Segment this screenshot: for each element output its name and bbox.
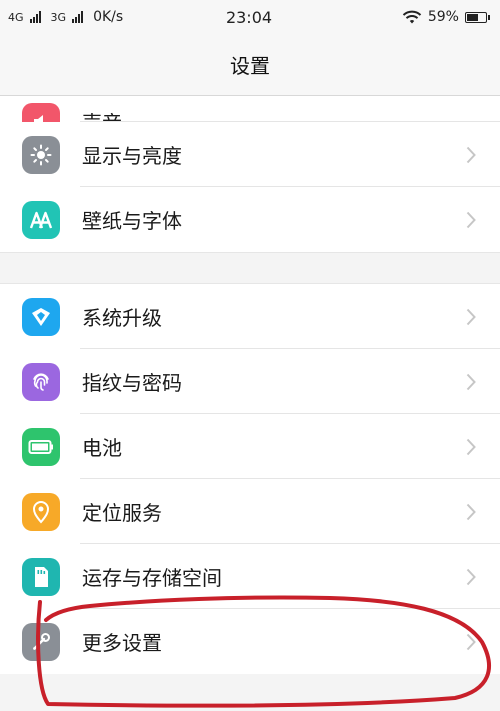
settings-item-label: 指纹与密码 — [82, 371, 182, 395]
status-bar: 4G 3G 0K/s 23:04 59% — [0, 0, 500, 34]
settings-item-fingerprint-password[interactable]: 指纹与密码 — [0, 349, 500, 414]
chevron-right-icon — [456, 367, 486, 397]
status-bar-right: 59% — [320, 9, 490, 25]
settings-item-label: 显示与亮度 — [82, 144, 182, 168]
settings-item-memory-storage[interactable]: 运存与存储空间 — [0, 544, 500, 609]
chevron-right-icon — [456, 432, 486, 462]
battery-icon — [22, 427, 60, 466]
wifi-icon — [402, 10, 422, 23]
wallpaper-font-icon — [22, 200, 60, 239]
settings-item-label: 壁纸与字体 — [82, 209, 182, 233]
system-update-icon — [22, 297, 60, 336]
page-title: 设置 — [230, 54, 270, 78]
section-divider — [0, 252, 500, 284]
settings-item-label: 系统升级 — [82, 306, 162, 330]
settings-item-label: 定位服务 — [82, 501, 162, 525]
network-type-1: 4G — [8, 10, 24, 24]
chevron-right-icon — [456, 627, 486, 657]
battery-percent: 59% — [427, 9, 459, 25]
settings-item-system-update[interactable]: 系统升级 — [0, 284, 500, 349]
settings-item-sound[interactable]: 声音 — [0, 96, 500, 122]
storage-icon — [22, 557, 60, 596]
chevron-right-icon — [456, 205, 486, 235]
signal-icon — [29, 11, 41, 23]
settings-item-more-settings[interactable]: 更多设置 — [0, 609, 500, 674]
location-icon — [22, 492, 60, 531]
chevron-right-icon — [456, 497, 486, 527]
settings-list[interactable]: 声音 显示与亮度 — [0, 96, 500, 711]
signal-icon — [72, 11, 84, 23]
settings-item-label: 更多设置 — [82, 631, 162, 655]
settings-item-display-brightness[interactable]: 显示与亮度 — [0, 122, 500, 187]
brightness-icon — [22, 135, 60, 174]
settings-item-label: 电池 — [82, 436, 122, 460]
sound-icon — [22, 103, 60, 122]
settings-item-battery[interactable]: 电池 — [0, 414, 500, 479]
settings-section-1: 声音 显示与亮度 — [0, 96, 500, 252]
chevron-right-icon — [456, 140, 486, 170]
settings-item-label: 声音 — [82, 107, 500, 122]
status-bar-left: 4G 3G 0K/s — [8, 9, 178, 25]
settings-item-location[interactable]: 定位服务 — [0, 479, 500, 544]
more-settings-icon — [22, 622, 60, 661]
network-speed: 0K/s — [93, 9, 124, 25]
title-bar: 设置 — [0, 34, 500, 96]
battery-status-icon — [464, 11, 490, 23]
chevron-right-icon — [456, 302, 486, 332]
settings-item-wallpaper-font[interactable]: 壁纸与字体 — [0, 187, 500, 252]
clock: 23:04 — [225, 7, 273, 27]
network-type-2: 3G — [50, 10, 67, 24]
settings-item-label: 运存与存储空间 — [82, 566, 222, 590]
settings-section-2: 系统升级 指纹与密码 电池 定位服务 运存与存储空间 更多设置 — [0, 284, 500, 674]
fingerprint-icon — [22, 362, 60, 401]
chevron-right-icon — [456, 562, 486, 592]
